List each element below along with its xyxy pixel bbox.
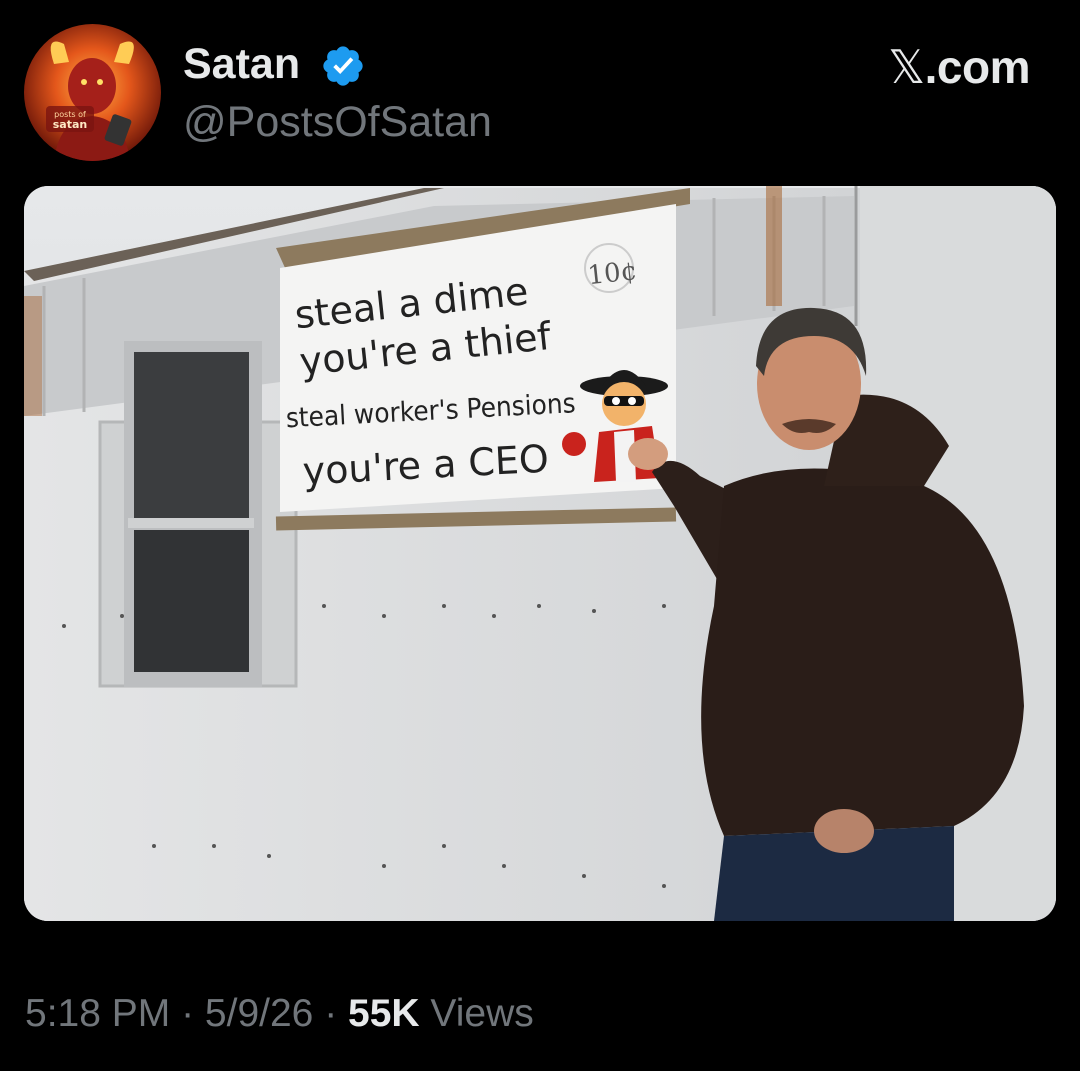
post-meta: 5:18 PM · 5/9/26 · 55K Views <box>25 992 534 1036</box>
x-logo-icon: 𝕏.com <box>888 40 1030 94</box>
post-date[interactable]: 5/9/26 <box>205 992 313 1035</box>
brand-suffix: .com <box>924 41 1031 93</box>
post-time[interactable]: 5:18 PM <box>25 992 170 1035</box>
views-count[interactable]: 55K <box>348 992 420 1035</box>
meta-separator-2: · <box>313 992 349 1035</box>
author-display-name[interactable]: Satan <box>183 40 300 89</box>
author-handle[interactable]: @PostsOfSatan <box>183 98 492 147</box>
avatar[interactable]: posts of satan <box>24 24 161 161</box>
photo: steal a dime you're a thief steal worker… <box>24 186 1056 921</box>
post-media-image[interactable]: steal a dime you're a thief steal worker… <box>24 186 1056 921</box>
avatar-image: posts of satan <box>24 24 161 161</box>
verified-badge-icon <box>323 46 363 86</box>
meta-separator-1: · <box>170 992 205 1035</box>
avatar-text-line-2: satan <box>53 118 87 131</box>
x-glyph: 𝕏 <box>888 40 925 94</box>
views-label[interactable]: Views <box>430 992 533 1035</box>
sign-price-tag: 10¢ <box>586 256 639 291</box>
